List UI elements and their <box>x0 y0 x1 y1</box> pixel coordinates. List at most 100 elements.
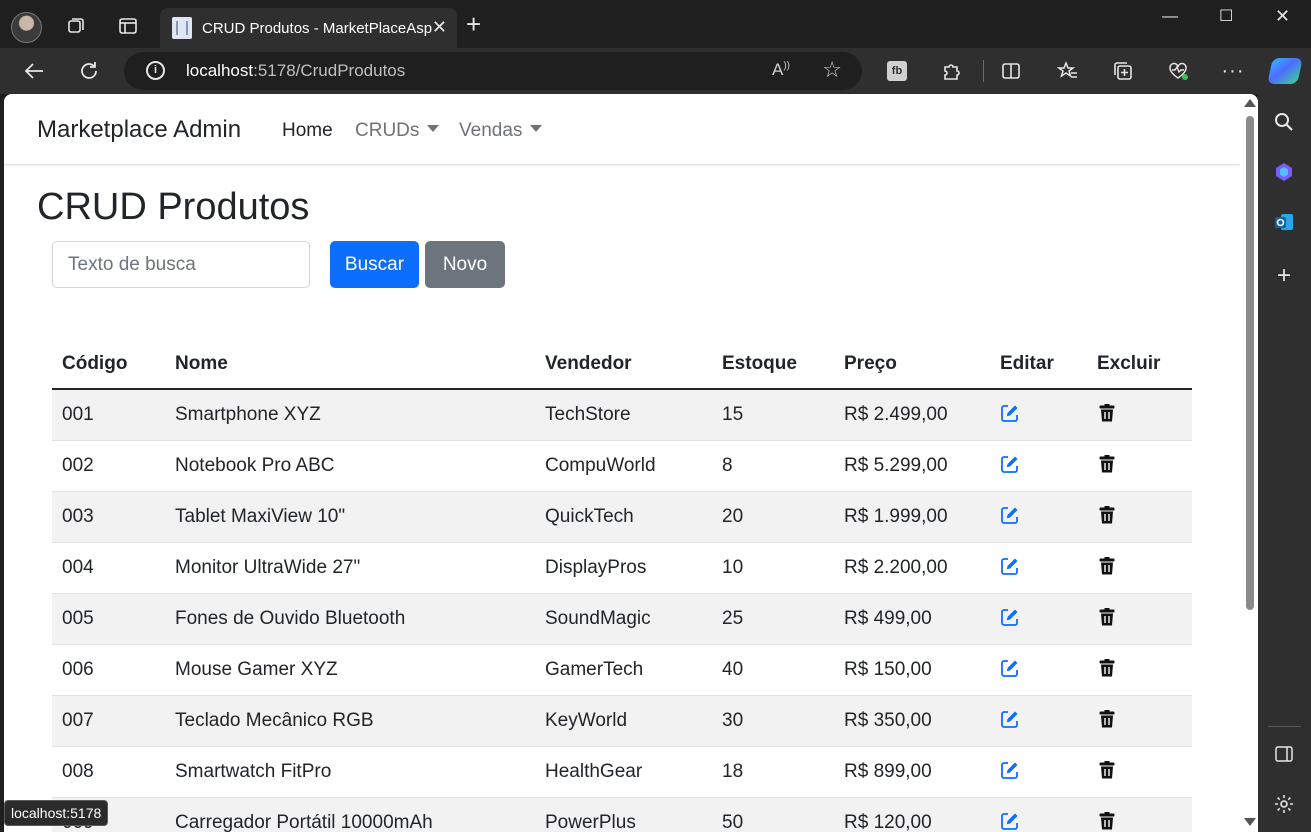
workspaces-icon[interactable] <box>60 10 92 42</box>
back-icon[interactable] <box>19 56 49 86</box>
cell-editar <box>990 593 1087 645</box>
page-title: CRUD Produtos <box>37 186 310 228</box>
cell-excluir <box>1087 491 1192 543</box>
browser-tab-active[interactable]: CRUD Produtos - MarketPlaceAsp ✕ <box>160 8 457 48</box>
edit-icon[interactable] <box>1000 659 1020 680</box>
trash-icon[interactable] <box>1097 455 1117 476</box>
table-row: 005 Fones de Ouvido Bluetooth SoundMagic 25… <box>52 593 1192 645</box>
cell-editar <box>990 542 1087 594</box>
edit-icon[interactable] <box>1000 710 1020 731</box>
cell-vendedor: CompuWorld <box>535 440 712 492</box>
cell-estoque: 8 <box>712 440 834 492</box>
cell-preco: R$ 120,00 <box>834 797 990 832</box>
cell-preco: R$ 2.499,00 <box>834 389 990 441</box>
new-product-button[interactable]: Novo <box>425 241 505 288</box>
new-tab-icon[interactable]: + <box>466 10 481 38</box>
extensions-puzzle-icon[interactable] <box>937 56 967 86</box>
sidebar-settings-gear-icon[interactable] <box>1272 792 1296 816</box>
trash-icon[interactable] <box>1097 404 1117 425</box>
browser-essentials-icon[interactable] <box>1163 56 1193 86</box>
read-aloud-icon[interactable]: A)) <box>772 60 790 80</box>
cell-excluir <box>1087 695 1192 747</box>
cell-preco: R$ 5.299,00 <box>834 440 990 492</box>
column-header-estoque: Estoque <box>712 339 834 390</box>
split-screen-icon[interactable] <box>996 56 1026 86</box>
edit-icon[interactable] <box>1000 557 1020 578</box>
copilot-sidebar-icon[interactable] <box>1272 160 1296 184</box>
column-header-editar: Editar <box>990 339 1087 390</box>
hide-sidebar-icon[interactable] <box>1272 742 1296 766</box>
scroll-up-arrow-icon[interactable] <box>1244 99 1256 107</box>
trash-icon[interactable] <box>1097 608 1117 629</box>
edit-icon[interactable] <box>1000 761 1020 782</box>
column-header-nome: Nome <box>165 339 535 390</box>
edit-icon[interactable] <box>1000 404 1020 425</box>
top-navbar: Marketplace Admin Home CRUDs Vendas <box>4 94 1240 165</box>
extension-fb-icon[interactable]: fb <box>887 61 907 81</box>
trash-icon[interactable] <box>1097 506 1117 527</box>
cell-codigo: 001 <box>52 389 165 441</box>
cell-vendedor: QuickTech <box>535 491 712 543</box>
cell-nome: Carregador Portátil 10000mAh <box>165 797 535 832</box>
edge-sidebar: + <box>1258 94 1311 832</box>
column-header-preco: Preço <box>834 339 990 390</box>
close-tab-icon[interactable]: ✕ <box>432 17 447 38</box>
search-button[interactable]: Buscar <box>330 241 419 288</box>
trash-icon[interactable] <box>1097 659 1117 680</box>
trash-icon[interactable] <box>1097 761 1117 782</box>
cell-codigo: 006 <box>52 644 165 696</box>
cell-preco: R$ 1.999,00 <box>834 491 990 543</box>
search-icon[interactable] <box>1272 110 1296 134</box>
cell-excluir <box>1087 389 1192 441</box>
cell-editar <box>990 746 1087 798</box>
trash-icon[interactable] <box>1097 710 1117 731</box>
cell-nome: Fones de Ouvido Bluetooth <box>165 593 535 645</box>
nav-dropdown-cruds[interactable]: CRUDs <box>355 120 440 142</box>
nav-dropdown-vendas[interactable]: Vendas <box>459 120 543 142</box>
edit-icon[interactable] <box>1000 506 1020 527</box>
maximize-icon[interactable]: ☐ <box>1219 6 1233 26</box>
cell-editar <box>990 491 1087 543</box>
outlook-icon[interactable] <box>1272 210 1296 234</box>
favorite-star-icon[interactable]: ☆ <box>822 57 842 83</box>
edit-icon[interactable] <box>1000 608 1020 629</box>
scrollbar-thumb[interactable] <box>1246 116 1254 610</box>
favorites-icon[interactable] <box>1053 56 1083 86</box>
cell-codigo: 003 <box>52 491 165 543</box>
navbar-brand[interactable]: Marketplace Admin <box>37 116 241 144</box>
refresh-icon[interactable] <box>74 56 104 86</box>
scroll-down-arrow-icon[interactable] <box>1244 818 1256 826</box>
trash-icon[interactable] <box>1097 812 1117 832</box>
nav-link-home[interactable]: Home <box>282 120 333 142</box>
url-text[interactable]: localhost:5178/CrudProdutos <box>186 61 405 81</box>
chevron-down-icon <box>427 125 440 132</box>
address-bar[interactable]: i localhost:5178/CrudProdutos A)) ☆ <box>124 52 862 90</box>
collections-icon[interactable] <box>1108 56 1138 86</box>
cell-codigo: 005 <box>52 593 165 645</box>
cell-excluir <box>1087 440 1192 492</box>
table-row: 006 Mouse Gamer XYZ GamerTech 40 R$ 150,00 <box>52 644 1192 696</box>
search-input[interactable] <box>52 241 310 288</box>
minimize-icon[interactable]: — <box>1162 8 1178 26</box>
close-window-icon[interactable]: ✕ <box>1275 6 1290 27</box>
add-sidebar-app-icon[interactable]: + <box>1272 262 1296 289</box>
edit-icon[interactable] <box>1000 812 1020 832</box>
column-header-vendedor: Vendedor <box>535 339 712 390</box>
site-info-icon[interactable]: i <box>146 61 165 80</box>
settings-more-icon[interactable]: ··· <box>1218 56 1248 86</box>
column-header-codigo: Código <box>52 339 165 390</box>
cell-preco: R$ 150,00 <box>834 644 990 696</box>
cell-editar <box>990 389 1087 441</box>
copilot-icon[interactable] <box>1267 58 1303 84</box>
trash-icon[interactable] <box>1097 557 1117 578</box>
profile-avatar[interactable] <box>11 12 42 43</box>
cell-nome: Monitor UltraWide 27" <box>165 542 535 594</box>
cell-excluir <box>1087 593 1192 645</box>
page-favicon-icon <box>172 17 192 39</box>
cell-excluir <box>1087 746 1192 798</box>
page-scrollbar[interactable] <box>1240 94 1258 832</box>
tab-actions-icon[interactable] <box>112 10 144 42</box>
table-row: 004 Monitor UltraWide 27" DisplayPros 10 R$ … <box>52 542 1192 594</box>
edit-icon[interactable] <box>1000 455 1020 476</box>
cell-vendedor: KeyWorld <box>535 695 712 747</box>
